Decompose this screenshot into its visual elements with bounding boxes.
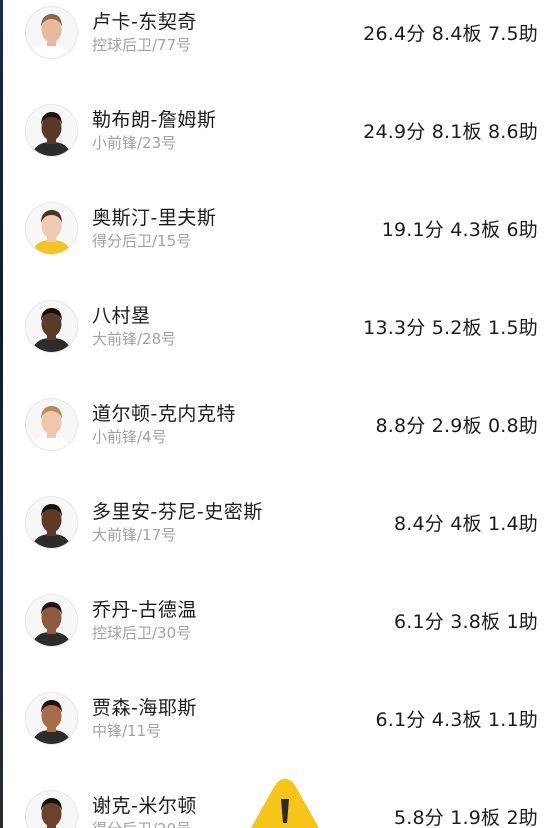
player-position: 得分后卫/15号 xyxy=(92,231,192,250)
player-name: 乔丹-古德温 xyxy=(92,598,197,621)
player-stats: 5.8分 1.9板 2助 xyxy=(393,806,538,828)
player-info: 勒布朗-詹姆斯 小前锋/23号 xyxy=(92,108,363,153)
player-avatar xyxy=(25,201,78,255)
player-stats: 6.1分 4.3板 1.1助 xyxy=(375,708,538,731)
player-name: 勒布朗-詹姆斯 xyxy=(92,108,217,131)
player-row[interactable]: 贾森-海耶斯 中锋/11号 6.1分 4.3板 1.1助 xyxy=(0,669,557,767)
player-position: 大前锋/28号 xyxy=(92,329,177,348)
player-row[interactable]: 道尔顿-克内克特 小前锋/4号 8.8分 2.9板 0.8助 xyxy=(0,375,557,473)
player-name: 奥斯汀-里夫斯 xyxy=(92,206,217,229)
player-stats: 13.3分 5.2板 1.5助 xyxy=(363,316,538,339)
player-info: 乔丹-古德温 控球后卫/30号 xyxy=(92,598,394,643)
player-name: 贾森-海耶斯 xyxy=(92,696,197,719)
player-avatar xyxy=(25,103,78,157)
warning-icon xyxy=(240,775,330,828)
player-row[interactable]: 勒布朗-詹姆斯 小前锋/23号 24.9分 8.1板 8.6助 xyxy=(0,81,557,179)
player-position: 控球后卫/30号 xyxy=(92,623,192,642)
player-stats: 8.8分 2.9板 0.8助 xyxy=(375,414,538,437)
player-name: 道尔顿-克内克特 xyxy=(92,402,236,425)
player-avatar xyxy=(25,593,78,647)
player-avatar xyxy=(25,495,78,549)
player-row[interactable]: 卢卡-东契奇 控球后卫/77号 26.4分 8.4板 7.5助 xyxy=(0,0,557,81)
player-row[interactable]: 多里安-芬尼-史密斯 大前锋/17号 8.4分 4板 1.4助 xyxy=(0,473,557,571)
player-position: 小前锋/4号 xyxy=(92,427,167,446)
player-avatar xyxy=(25,5,78,59)
player-row[interactable]: 八村塁 大前锋/28号 13.3分 5.2板 1.5助 xyxy=(0,277,557,375)
player-info: 道尔顿-克内克特 小前锋/4号 xyxy=(92,402,375,447)
player-info: 八村塁 大前锋/28号 xyxy=(92,304,363,349)
player-name: 八村塁 xyxy=(92,304,151,327)
player-info: 奥斯汀-里夫斯 得分后卫/15号 xyxy=(92,206,382,251)
player-row[interactable]: 乔丹-古德温 控球后卫/30号 6.1分 3.8板 1助 xyxy=(0,571,557,669)
player-avatar xyxy=(25,299,78,353)
player-stats: 26.4分 8.4板 7.5助 xyxy=(363,22,538,45)
player-avatar xyxy=(25,789,78,828)
player-list: 卢卡-东契奇 控球后卫/77号 26.4分 8.4板 7.5助 勒布朗-詹姆斯 … xyxy=(0,0,557,828)
player-stats: 19.1分 4.3板 6助 xyxy=(381,218,538,241)
player-position: 大前锋/17号 xyxy=(92,525,177,544)
player-position: 小前锋/23号 xyxy=(92,133,177,152)
player-stats: 24.9分 8.1板 8.6助 xyxy=(363,120,538,143)
player-position: 中锋/11号 xyxy=(92,721,162,740)
player-name: 多里安-芬尼-史密斯 xyxy=(92,500,263,523)
player-info: 多里安-芬尼-史密斯 大前锋/17号 xyxy=(92,500,394,545)
player-stats: 6.1分 3.8板 1助 xyxy=(393,610,538,633)
player-avatar xyxy=(25,397,78,451)
player-position: 控球后卫/77号 xyxy=(92,35,192,54)
player-info: 贾森-海耶斯 中锋/11号 xyxy=(92,696,375,741)
player-avatar xyxy=(25,691,78,745)
player-stats-page: 卢卡-东契奇 控球后卫/77号 26.4分 8.4板 7.5助 勒布朗-詹姆斯 … xyxy=(0,0,557,828)
player-name: 卢卡-东契奇 xyxy=(92,10,197,33)
player-row[interactable]: 奥斯汀-里夫斯 得分后卫/15号 19.1分 4.3板 6助 xyxy=(0,179,557,277)
player-stats: 8.4分 4板 1.4助 xyxy=(393,512,538,535)
player-info: 卢卡-东契奇 控球后卫/77号 xyxy=(92,10,363,55)
